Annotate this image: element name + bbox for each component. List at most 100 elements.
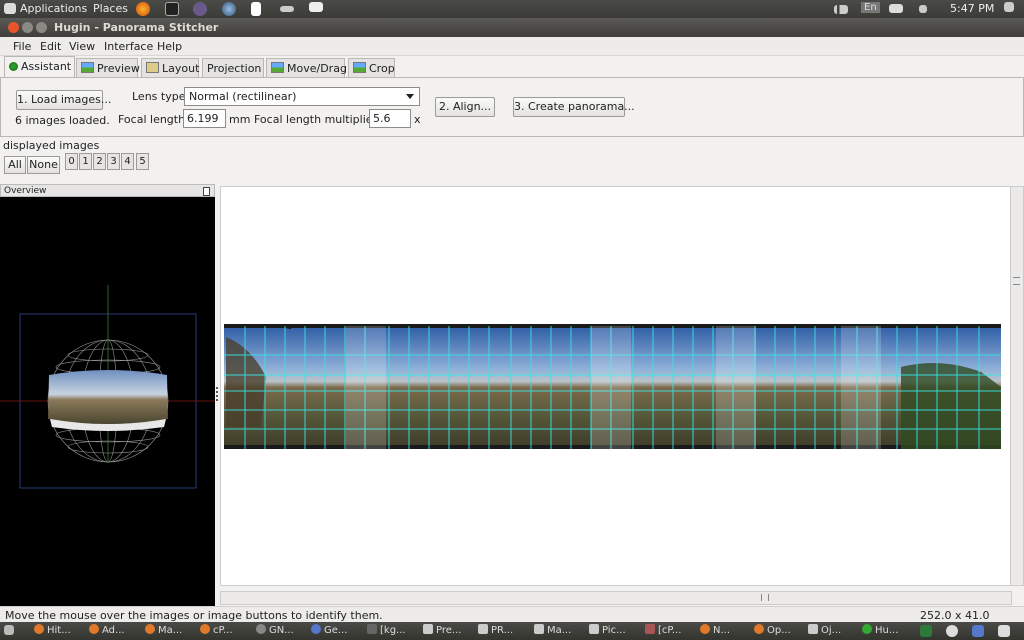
applications-icon	[4, 3, 16, 14]
firefox-icon	[200, 624, 210, 634]
task-item[interactable]: Pre...	[423, 624, 461, 638]
window-title-bar[interactable]: Hugin - Panorama Stitcher	[0, 18, 1024, 37]
clock[interactable]: 5:47 PM	[950, 2, 994, 15]
firefox-icon	[34, 624, 44, 634]
tray-icon[interactable]	[998, 625, 1010, 637]
maximize-icon[interactable]	[36, 22, 47, 33]
pin-icon[interactable]	[203, 187, 210, 196]
show-none-button[interactable]: None	[27, 156, 60, 174]
overview-panel[interactable]	[0, 197, 215, 606]
load-images-button[interactable]: 1. Load images...	[16, 90, 111, 110]
firefox-icon	[700, 624, 710, 634]
tab-preview[interactable]: Preview	[76, 58, 140, 77]
task-item[interactable]: Op...	[754, 624, 791, 638]
focal-length-label: Focal length:	[118, 113, 189, 126]
show-desktop-icon[interactable]	[4, 625, 14, 635]
tab-label: Move/Drag	[287, 62, 347, 75]
document-icon	[808, 624, 818, 634]
keyboard-layout-indicator[interactable]: En	[861, 2, 880, 13]
workspace-icon[interactable]	[920, 625, 932, 637]
close-icon[interactable]	[8, 22, 19, 33]
menu-file[interactable]: File	[13, 40, 31, 53]
panorama-preview[interactable]	[220, 186, 1012, 586]
task-item[interactable]: Oj...	[808, 624, 841, 638]
panorama-image[interactable]	[221, 187, 1011, 585]
create-panorama-button[interactable]: 3. Create panorama...	[513, 97, 635, 117]
align-button[interactable]: 2. Align...	[435, 97, 495, 117]
tab-crop[interactable]: Crop	[348, 58, 395, 77]
bottom-taskbar: Hit... Ad... Ma... cP... GN... Ge... [kg…	[0, 622, 1024, 640]
signal-icon[interactable]	[834, 5, 848, 14]
tab-move-drag[interactable]: Move/Drag	[266, 58, 347, 77]
tab-label: Projection	[207, 62, 262, 75]
splitter-handle[interactable]	[216, 385, 219, 405]
tab-assistant[interactable]: Assistant	[4, 56, 75, 78]
document-icon	[423, 624, 433, 634]
volume-icon[interactable]	[919, 5, 927, 13]
focal-length-input[interactable]: 6.199	[183, 109, 226, 128]
lens-type-label: Lens type:	[132, 90, 190, 103]
tray-icon[interactable]	[946, 625, 958, 637]
lens-type-select[interactable]: Normal (rectilinear)	[184, 87, 420, 106]
image-toggle-1[interactable]: 1	[79, 153, 92, 170]
app-launcher-icon[interactable]	[193, 2, 207, 16]
places-menu[interactable]: Places	[93, 2, 128, 15]
menu-help[interactable]: Help	[157, 40, 182, 53]
document-icon	[589, 624, 599, 634]
minimize-icon[interactable]	[22, 22, 33, 33]
task-item[interactable]: Pic...	[589, 624, 626, 638]
move-drag-icon	[271, 62, 284, 73]
vertical-scrollbar[interactable]	[1010, 186, 1024, 586]
image-toggle-0[interactable]: 0	[65, 153, 78, 170]
system-top-panel: Applications Places En 5:47 PM	[0, 0, 1024, 18]
window-title: Hugin - Panorama Stitcher	[54, 21, 219, 34]
scroll-grip[interactable]	[761, 594, 769, 601]
crop-icon	[353, 62, 366, 73]
task-item[interactable]: N...	[700, 624, 730, 638]
image-toggle-2[interactable]: 2	[93, 153, 106, 170]
document-launcher-icon[interactable]	[251, 2, 261, 16]
task-item[interactable]: Ad...	[89, 624, 125, 638]
task-item[interactable]: cP...	[200, 624, 233, 638]
app-icon	[311, 624, 321, 634]
image-toggle-5[interactable]: 5	[136, 153, 149, 170]
tab-layout[interactable]: Layout	[141, 58, 199, 77]
task-item[interactable]: [kg...	[367, 624, 406, 638]
browser-launcher-icon[interactable]	[222, 2, 236, 16]
multiplier-input[interactable]: 5.6	[369, 109, 411, 128]
show-all-button[interactable]: All	[4, 156, 26, 174]
tab-projection[interactable]: Projection	[202, 58, 264, 77]
menu-edit[interactable]: Edit	[40, 40, 61, 53]
printer-launcher-icon[interactable]	[309, 2, 323, 12]
image-toggle-3[interactable]: 3	[107, 153, 120, 170]
task-item[interactable]: GN...	[256, 624, 294, 638]
task-item[interactable]: Hu...	[862, 624, 898, 638]
task-item[interactable]: Hit...	[34, 624, 71, 638]
tab-label: Assistant	[21, 60, 72, 73]
scroll-grip[interactable]	[1013, 277, 1020, 285]
menu-interface[interactable]: Interface	[104, 40, 153, 53]
preview-icon	[81, 62, 94, 73]
menu-view[interactable]: View	[69, 40, 95, 53]
task-item[interactable]: [cP...	[645, 624, 681, 638]
terminal-launcher-icon[interactable]	[165, 2, 179, 16]
mail-icon[interactable]	[889, 4, 903, 13]
task-item[interactable]: Ge...	[311, 624, 347, 638]
horizontal-scrollbar[interactable]	[220, 591, 1012, 605]
task-item[interactable]: Ma...	[145, 624, 182, 638]
focal-length-unit: mm	[229, 113, 251, 126]
firefox-icon	[89, 624, 99, 634]
network-launcher-icon[interactable]	[280, 6, 294, 12]
image-toggle-4[interactable]: 4	[121, 153, 134, 170]
status-bar: Move the mouse over the images or image …	[0, 606, 1024, 623]
firefox-launcher-icon[interactable]	[136, 2, 150, 16]
task-item[interactable]: Ma...	[534, 624, 571, 638]
document-icon	[534, 624, 544, 634]
applications-menu[interactable]: Applications	[20, 2, 87, 15]
power-icon[interactable]	[1004, 2, 1014, 12]
tray-icon[interactable]	[972, 625, 984, 637]
task-item[interactable]: PR...	[478, 624, 513, 638]
status-dimensions: 252.0 x 41.0	[920, 609, 990, 622]
panosphere-view[interactable]	[0, 197, 215, 606]
chevron-down-icon	[406, 94, 414, 99]
